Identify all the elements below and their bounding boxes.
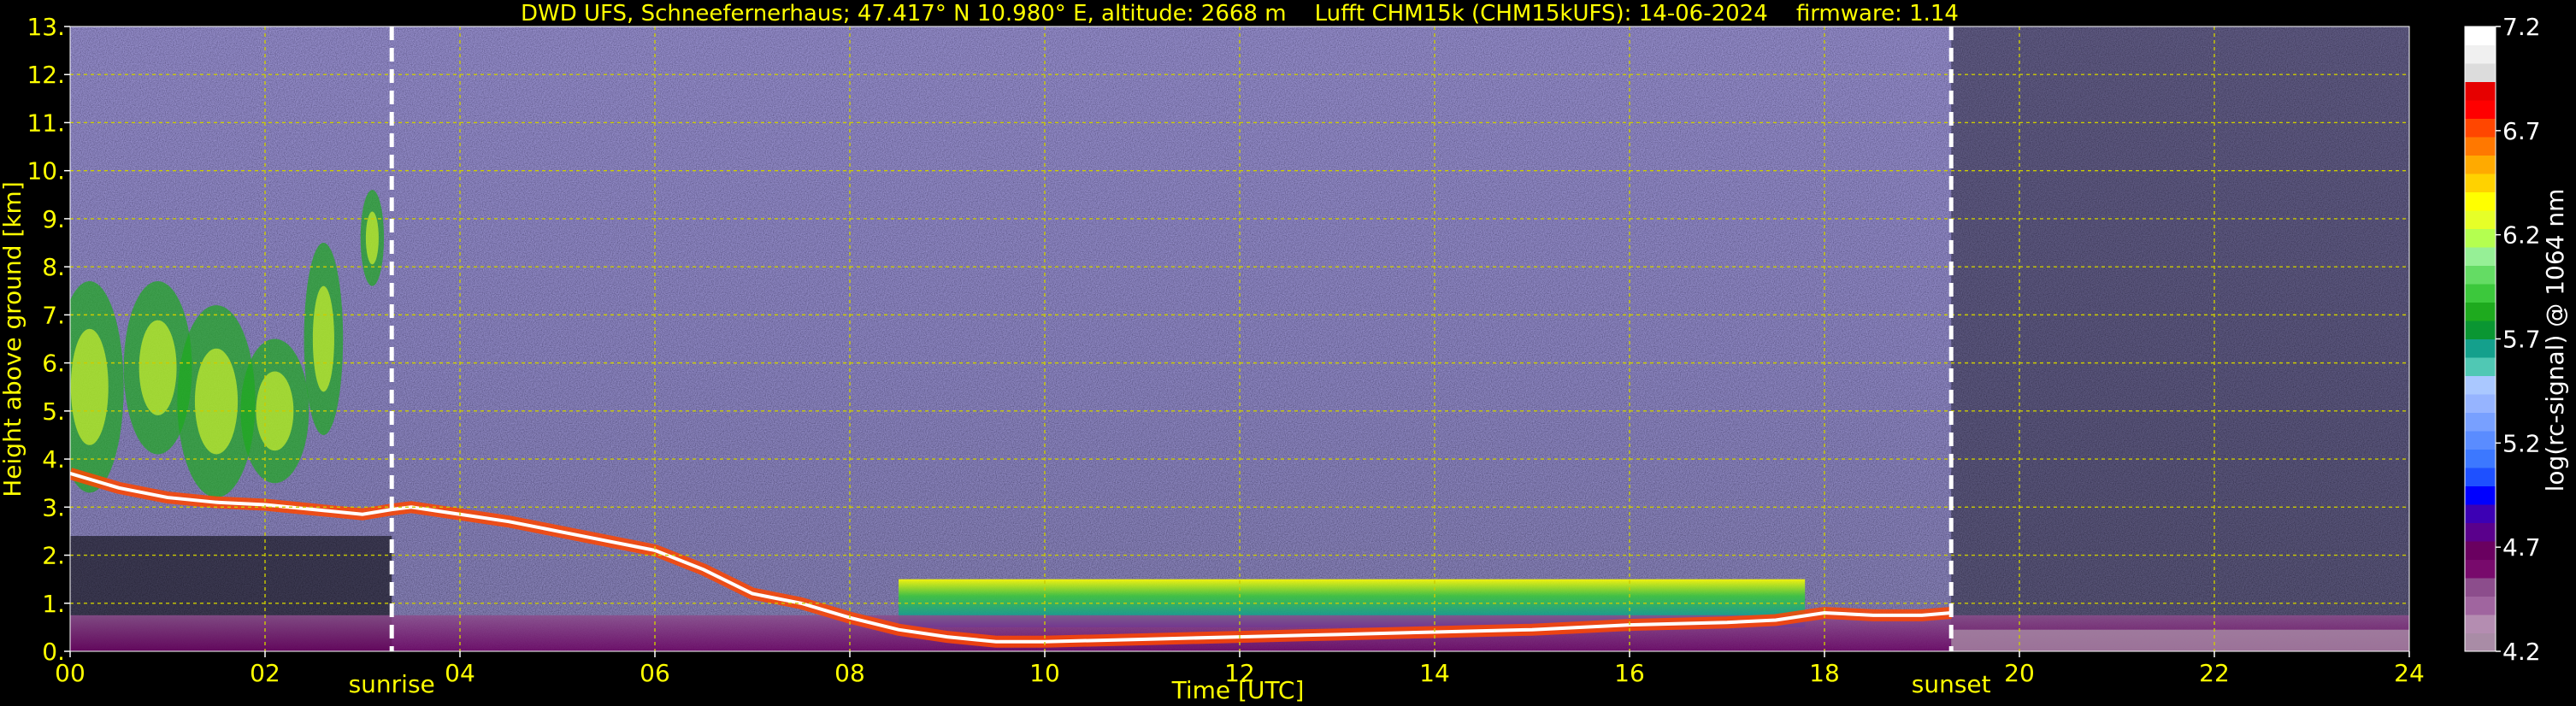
y-tick-label: 6.	[42, 350, 65, 378]
colorbar-swatch	[2465, 155, 2496, 174]
colorbar-swatch	[2465, 26, 2496, 45]
colorbar-swatch	[2465, 137, 2496, 156]
x-tick-label: 24	[2394, 659, 2425, 687]
colorbar: 7.2 6.7 6.2 5.7 5.2 4.7 4.2	[2464, 13, 2541, 666]
cloud-core	[70, 328, 109, 445]
x-tick-label: 18	[1809, 659, 1840, 687]
colorbar-swatch	[2465, 449, 2496, 468]
x-axis-label: Time [UTC]	[1171, 676, 1305, 704]
x-tick-label: 22	[2199, 659, 2230, 687]
y-tick-label: 7.	[42, 301, 65, 329]
colorbar-swatch	[2465, 632, 2496, 652]
x-tick-label: 10	[1029, 659, 1060, 687]
ceilometer-chart: sunrise sunset 00 02 04 06 08 10 12 14 16 18 20 22 24…	[0, 1, 2569, 704]
colorbar-swatch	[2465, 596, 2496, 615]
colorbar-tick-label: 7.2	[2502, 13, 2541, 41]
colorbar-tick-label: 6.2	[2502, 221, 2541, 250]
colorbar-swatch	[2465, 578, 2496, 597]
cloud-core	[194, 348, 239, 455]
night-shade-evening	[1951, 26, 2409, 651]
colorbar-swatch	[2465, 559, 2496, 579]
y-tick-label: 1.	[42, 590, 65, 618]
plot-area	[70, 26, 2409, 651]
colorbar-tick-label: 5.2	[2502, 429, 2541, 457]
chart-title: DWD UFS, Schneefernerhaus; 47.417° N 10.…	[521, 1, 1959, 26]
night-ground-layer	[1951, 629, 2409, 651]
y-tick-label: 2.	[42, 542, 65, 570]
colorbar-swatch	[2465, 615, 2496, 633]
colorbar-swatch	[2465, 247, 2496, 266]
sunset-label: sunset	[1912, 670, 1991, 698]
colorbar-swatch	[2465, 357, 2496, 376]
colorbar-swatch	[2465, 375, 2496, 395]
y-tick-label: 8.	[42, 253, 65, 281]
colorbar-swatch	[2465, 265, 2496, 285]
colorbar-swatch	[2465, 81, 2496, 101]
colorbar-swatch	[2465, 541, 2496, 560]
colorbar-swatch	[2465, 210, 2496, 229]
colorbar-swatch	[2465, 338, 2496, 358]
colorbar-label: log(rc-signal) @ 1064 nm	[2541, 189, 2569, 492]
cloud-core	[312, 285, 334, 392]
colorbar-swatch	[2465, 63, 2496, 82]
colorbar-tick-label: 4.2	[2502, 638, 2541, 666]
colorbar-swatch	[2465, 468, 2496, 486]
colorbar-swatch	[2465, 228, 2496, 248]
colorbar-swatch	[2465, 118, 2496, 138]
y-tick-label: 0.	[42, 638, 65, 666]
y-tick-label: 3.	[42, 493, 65, 521]
x-tick-label: 02	[250, 659, 280, 687]
colorbar-swatch	[2465, 284, 2496, 303]
x-tick-label: 06	[640, 659, 670, 687]
colorbar-swatch	[2465, 191, 2496, 211]
colorbar-swatch	[2465, 100, 2496, 119]
y-tick-label: 9.	[42, 205, 65, 233]
y-tick-label: 5.	[42, 397, 65, 426]
x-tick-label: 04	[445, 659, 475, 687]
colorbar-swatch	[2465, 485, 2496, 505]
y-tick-label: 12.	[27, 61, 65, 89]
colorbar-swatch	[2465, 44, 2496, 64]
colorbar-swatch	[2465, 504, 2496, 523]
cloud-core	[139, 320, 177, 415]
colorbar-swatch	[2465, 321, 2496, 339]
sunrise-label: sunrise	[349, 670, 435, 698]
y-axis-label: Height above ground [km]	[0, 181, 27, 497]
colorbar-swatch	[2465, 522, 2496, 542]
colorbar-tick-label: 4.7	[2502, 533, 2541, 562]
y-tick-label: 11.	[27, 109, 65, 137]
colorbar-tick-label: 6.7	[2502, 117, 2541, 145]
colorbar-tick-label: 5.7	[2502, 326, 2541, 354]
y-tick-label: 4.	[42, 445, 65, 474]
x-tick-label: 14	[1419, 659, 1450, 687]
x-tick-label: 16	[1614, 659, 1645, 687]
colorbar-swatch	[2465, 174, 2496, 192]
cloud-core	[365, 211, 379, 265]
x-tick-label: 08	[834, 659, 865, 687]
colorbar-swatch	[2465, 302, 2496, 321]
colorbar-swatch	[2465, 394, 2496, 413]
colorbar-swatch	[2465, 412, 2496, 432]
y-tick-label: 13.	[27, 13, 65, 41]
x-tick-label: 20	[2004, 659, 2035, 687]
y-tick-label: 10.	[27, 157, 65, 185]
colorbar-swatch	[2465, 431, 2496, 450]
